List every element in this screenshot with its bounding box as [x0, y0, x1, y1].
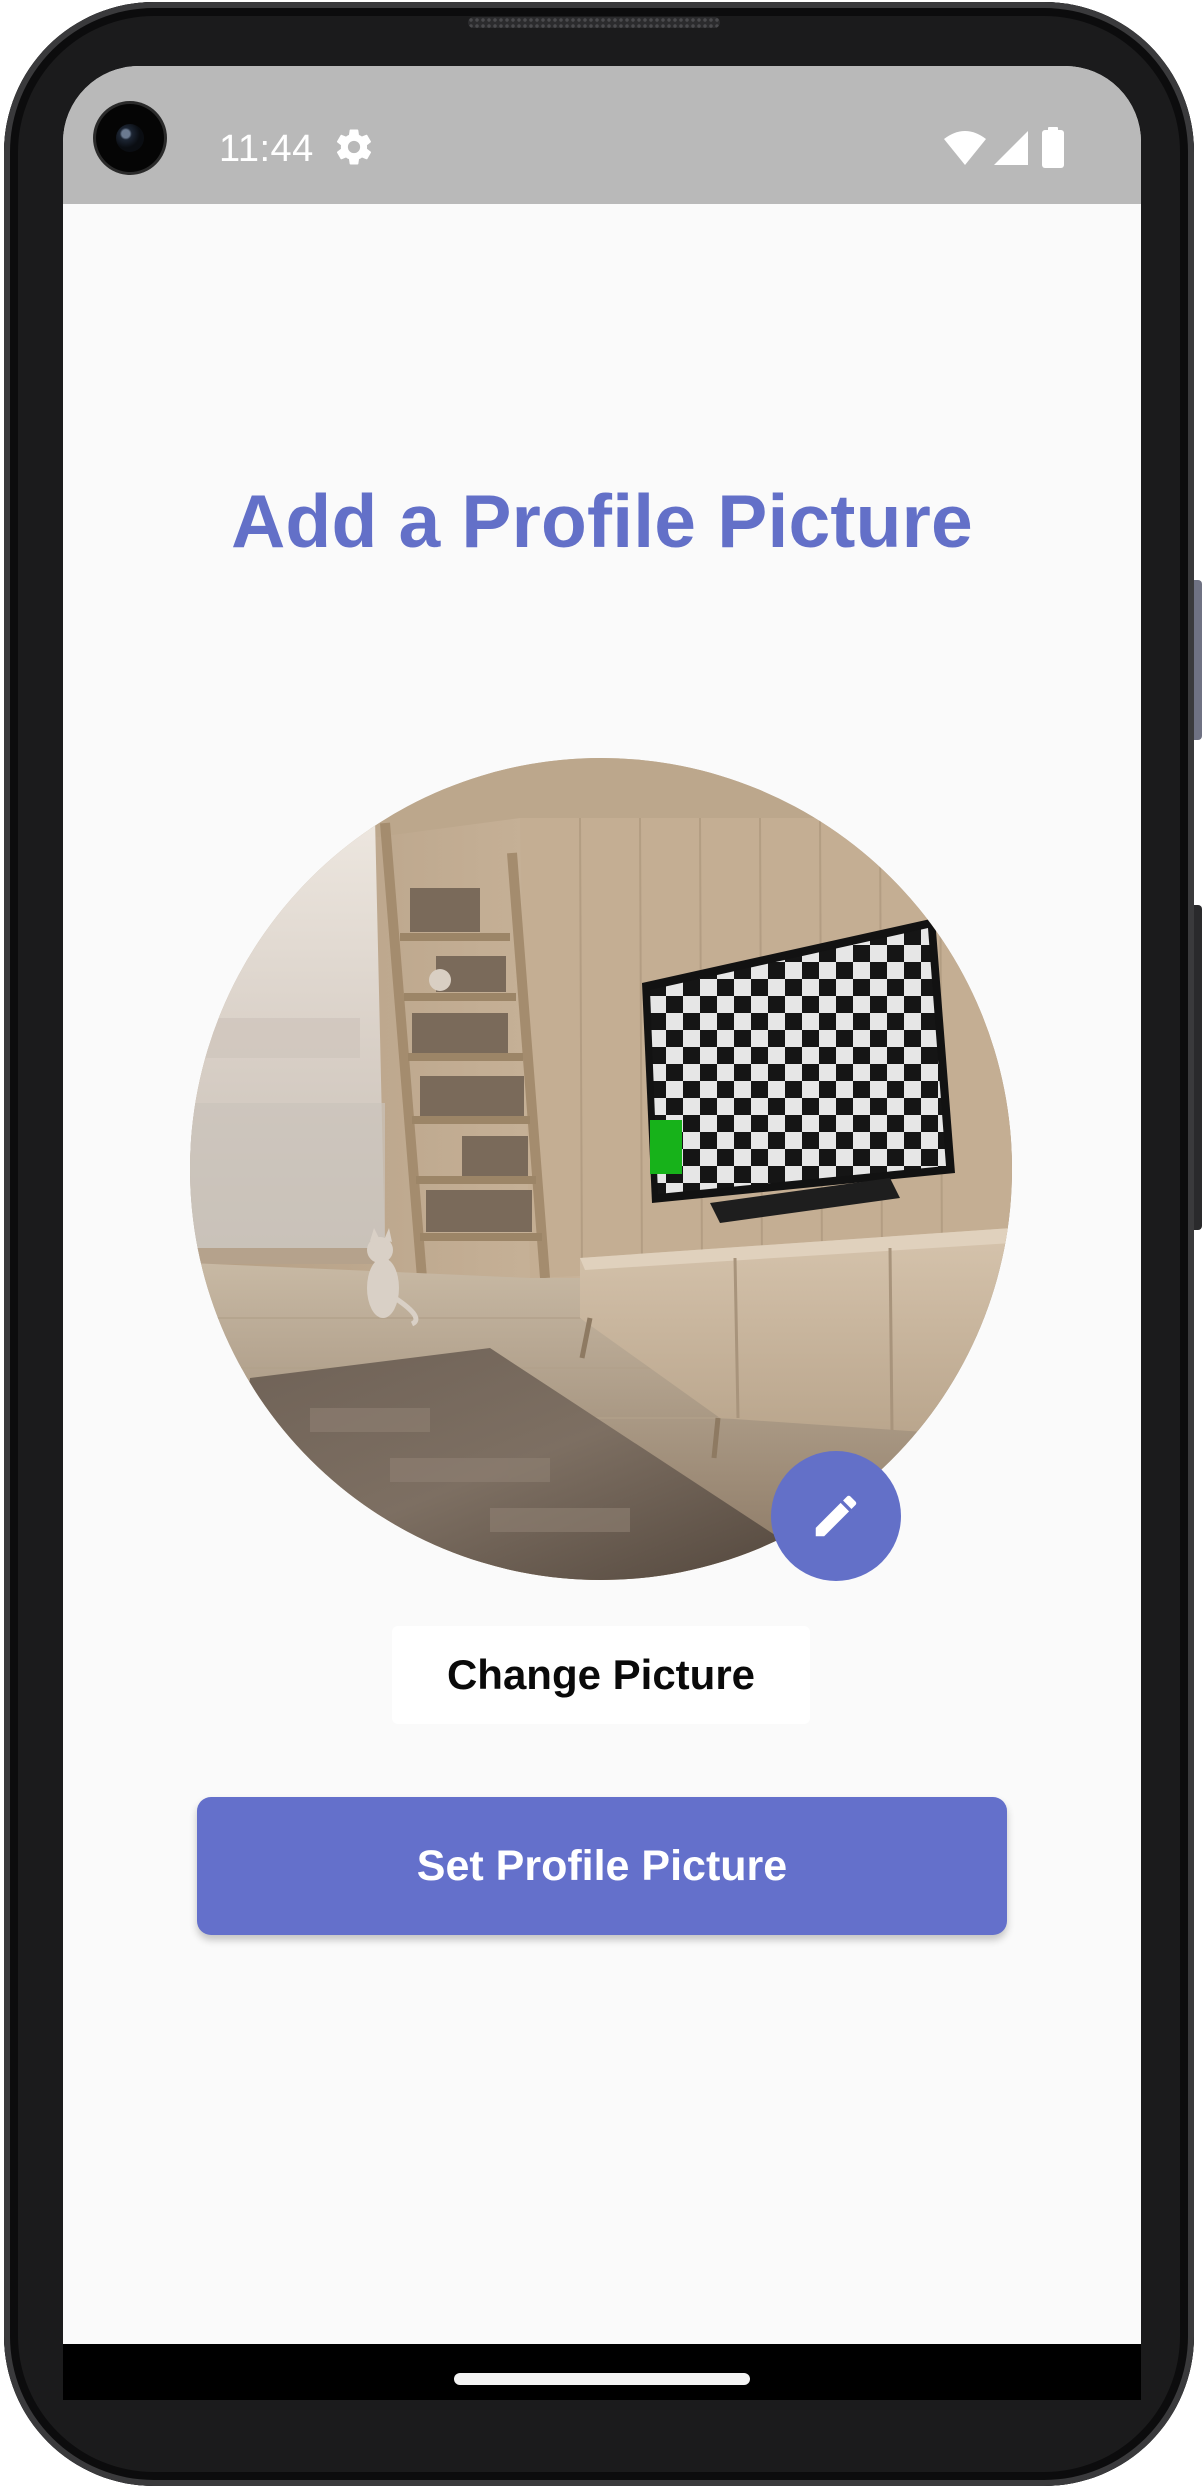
home-indicator[interactable]: [454, 2373, 750, 2385]
screen: 11:44 Add a Profile Picture Change Pictu…: [63, 66, 1141, 2344]
settings-icon: [336, 129, 372, 165]
power-button: [1194, 580, 1202, 740]
pencil-icon: [815, 1495, 857, 1537]
signal-icon: [994, 131, 1028, 165]
wifi-icon: [944, 131, 986, 165]
page-title: Add a Profile Picture: [231, 479, 973, 563]
earpiece-speaker: [468, 17, 720, 28]
profile-picture-image: [190, 758, 1012, 1580]
change-picture-button[interactable]: Change Picture: [392, 1626, 810, 1724]
navigation-bar: [63, 2344, 1141, 2400]
status-time: 11:44: [219, 128, 314, 170]
front-camera: [96, 104, 164, 172]
volume-button: [1194, 905, 1202, 1230]
profile-picture[interactable]: [190, 758, 1012, 1580]
status-bar: 11:44: [63, 66, 1141, 204]
set-profile-picture-button[interactable]: Set Profile Picture: [197, 1797, 1007, 1935]
edit-picture-button[interactable]: [771, 1451, 901, 1581]
battery-icon: [1042, 127, 1064, 168]
